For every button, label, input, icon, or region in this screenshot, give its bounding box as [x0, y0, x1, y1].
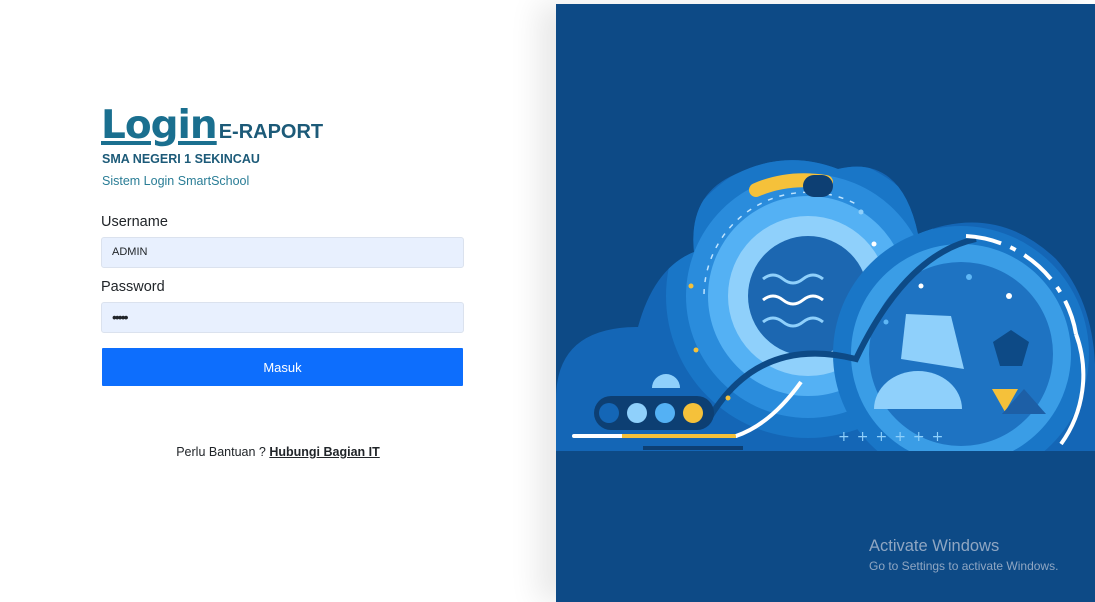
- watermark-title: Activate Windows: [869, 537, 1000, 555]
- cloud-illustration: ++++++: [556, 160, 1095, 451]
- login-subtitle: Sistem Login SmartSchool: [102, 174, 250, 188]
- brand-logo: Login E-RAPORT: [101, 104, 323, 148]
- login-button[interactable]: Masuk: [102, 348, 463, 386]
- watermark-subtitle: Go to Settings to activate Windows.: [869, 559, 1059, 573]
- contact-it-link[interactable]: Hubungi Bagian IT: [269, 445, 379, 459]
- svg-text:++++++: ++++++: [838, 429, 950, 445]
- help-text: Perlu Bantuan ? Hubungi Bagian IT: [0, 445, 556, 459]
- password-label: Password: [101, 279, 165, 295]
- username-input[interactable]: ADMIN: [101, 237, 464, 268]
- brand-title: Login E-RAPORT: [101, 104, 323, 148]
- username-label: Username: [101, 214, 168, 230]
- help-prefix: Perlu Bantuan ?: [176, 445, 270, 459]
- windows-activation-watermark: Activate Windows Go to Settings to activ…: [869, 537, 1058, 573]
- login-panel: Login E-RAPORT SMA NEGERI 1 SEKINCAU Sis…: [0, 0, 556, 602]
- password-input[interactable]: •••••: [101, 302, 464, 333]
- login-heading: Login: [101, 103, 218, 148]
- illustration-panel: ++++++: [556, 4, 1095, 602]
- school-name: SMA NEGERI 1 SEKINCAU: [102, 152, 260, 166]
- app-name: E-RAPORT: [218, 121, 324, 143]
